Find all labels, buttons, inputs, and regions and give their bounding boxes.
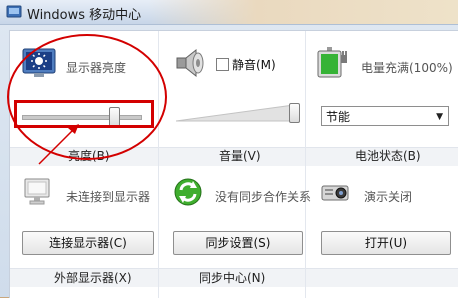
- presentation-footer-bar: [306, 268, 458, 287]
- mobility-center-icon: [6, 5, 22, 18]
- sync-settings-button[interactable]: 同步设置(S): [173, 231, 303, 255]
- window-title: Windows 移动中心: [27, 8, 142, 23]
- display-status-label: 未连接到显示器: [66, 190, 151, 204]
- presentation-status-label: 演示关闭: [364, 190, 413, 204]
- speaker-icon: [176, 48, 204, 78]
- battery-footer: 电池状态(B): [355, 149, 421, 163]
- display-footer: 外部显示器(X): [54, 271, 132, 285]
- sync-status-label: 没有同步合作关系: [215, 190, 312, 204]
- volume-slider-thumb[interactable]: [289, 103, 300, 123]
- volume-slider-track[interactable]: [176, 101, 298, 125]
- sync-icon: [174, 178, 202, 206]
- projector-icon: [321, 185, 349, 201]
- title-bar: Windows 移动中心: [0, 0, 458, 25]
- monitor-icon: [24, 178, 50, 205]
- annotation-arrow: [38, 124, 79, 165]
- connect-display-button[interactable]: 连接显示器(C): [22, 231, 154, 255]
- mute-checkbox[interactable]: [216, 58, 229, 71]
- power-plan-value: 节能: [326, 110, 351, 124]
- mute-label: 静音(M): [232, 58, 276, 72]
- volume-footer: 音量(V): [219, 149, 261, 163]
- chevron-down-icon[interactable]: ▼: [436, 107, 443, 127]
- battery-plug-icon: [317, 47, 347, 78]
- presentation-on-button[interactable]: 打开(U): [321, 231, 451, 255]
- annotation-ellipse: [7, 34, 167, 160]
- mobility-center-window: Windows 移动中心 显示器亮度 亮度(B) 静音(M) 音量(V) 电量充…: [0, 0, 458, 298]
- power-plan-select[interactable]: 节能 ▼: [321, 106, 449, 126]
- title-bar-background: [148, 0, 458, 24]
- battery-label: 电量充满(100%): [361, 61, 453, 75]
- sync-footer: 同步中心(N): [199, 271, 266, 285]
